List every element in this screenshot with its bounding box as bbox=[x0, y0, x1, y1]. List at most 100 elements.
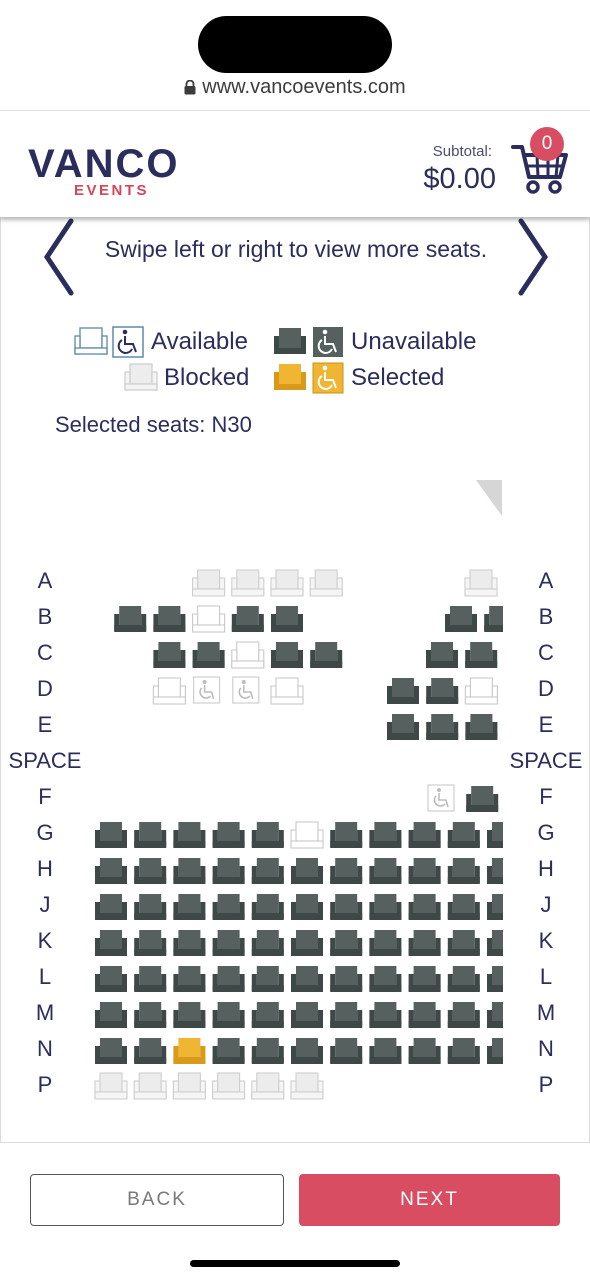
row-label-left: L bbox=[38, 964, 52, 989]
seat-H-left-9 bbox=[409, 858, 441, 884]
seat-B-left-6 bbox=[271, 606, 303, 632]
seat-M-left-3 bbox=[173, 1002, 205, 1028]
seat-A-left-6 bbox=[271, 570, 303, 596]
chevron-right-icon[interactable] bbox=[513, 217, 553, 297]
subtotal-value: $0.00 bbox=[423, 163, 496, 195]
seat-K-left-8 bbox=[369, 930, 401, 956]
seat-B-left-4[interactable] bbox=[193, 606, 225, 632]
seat-J-left-7 bbox=[330, 894, 362, 920]
row-label-right: C bbox=[538, 640, 554, 665]
legend-available-seat-icon bbox=[74, 327, 108, 355]
seat-C-left-4 bbox=[193, 642, 225, 668]
row-label-right: SPACE bbox=[509, 748, 583, 773]
back-button[interactable]: BACK bbox=[30, 1174, 284, 1226]
seat-N-left-7 bbox=[330, 1038, 362, 1064]
seat-D-right-3[interactable] bbox=[465, 678, 497, 704]
legend-selected-seat-icon bbox=[274, 364, 306, 390]
next-button[interactable]: NEXT bbox=[299, 1174, 560, 1226]
seat-M-left-10 bbox=[448, 1002, 480, 1028]
seat-A-left-4 bbox=[193, 570, 225, 596]
seat-G-left-6[interactable] bbox=[291, 822, 323, 848]
seat-P-left-1 bbox=[95, 1073, 127, 1099]
row-label-right: L bbox=[539, 964, 553, 989]
seat-K-left-9 bbox=[409, 930, 441, 956]
row-label-right: P bbox=[538, 1072, 554, 1097]
address-bar[interactable]: www.vancoevents.com bbox=[0, 76, 590, 108]
seat-K-left-5 bbox=[252, 930, 284, 956]
seat-H-left-7 bbox=[330, 858, 362, 884]
seat-K-left-3 bbox=[173, 930, 205, 956]
seat-G-left-10 bbox=[448, 822, 480, 848]
seat-N-left-9 bbox=[409, 1038, 441, 1064]
seat-P-left-3 bbox=[173, 1073, 205, 1099]
seat-D-left-6[interactable] bbox=[271, 678, 303, 704]
seat-K-left-1 bbox=[95, 930, 127, 956]
device-notch bbox=[198, 16, 392, 73]
row-label-right: D bbox=[538, 676, 554, 701]
seat-J-left-1 bbox=[95, 894, 127, 920]
seat-G-left-3 bbox=[173, 822, 205, 848]
seat-F-right-1[interactable] bbox=[428, 785, 454, 811]
legend-unavailable-label: Unavailable bbox=[351, 328, 477, 355]
seat-M-left-5 bbox=[252, 1002, 284, 1028]
seat-A-left-7 bbox=[310, 570, 342, 596]
seat-B-left-3 bbox=[153, 606, 185, 632]
seat-P-left-2 bbox=[134, 1073, 166, 1099]
logo-subtext: EVENTS bbox=[74, 182, 150, 199]
seat-A-right-1 bbox=[465, 570, 497, 596]
seat-D-left-3[interactable] bbox=[153, 678, 185, 704]
seat-N-left-3[interactable] bbox=[173, 1038, 205, 1064]
seat-L-left-7 bbox=[330, 966, 362, 992]
seat-D-left-5[interactable] bbox=[233, 677, 259, 703]
seat-M-left-4 bbox=[213, 1002, 245, 1028]
lock-icon bbox=[184, 80, 196, 95]
seat-G-left-8 bbox=[369, 822, 401, 848]
site-header: VANCO EVENTS Subtotal: $0.00 0 bbox=[0, 111, 590, 217]
seat-H-left-4 bbox=[213, 858, 245, 884]
seat-G-left-4 bbox=[213, 822, 245, 848]
seat-M-left-6 bbox=[291, 1002, 323, 1028]
seat-J-left-2 bbox=[134, 894, 166, 920]
vanco-logo[interactable]: VANCO EVENTS bbox=[28, 144, 198, 212]
row-label-left: K bbox=[37, 928, 53, 953]
seat-J-left-10 bbox=[448, 894, 480, 920]
seat-E-right-1 bbox=[387, 714, 419, 740]
seat-L-left-5 bbox=[252, 966, 284, 992]
legend-unavailable-seat-icon bbox=[274, 328, 306, 354]
seat-H-left-3 bbox=[173, 858, 205, 884]
seat-C-right-2 bbox=[465, 642, 497, 668]
seat-J-left-8 bbox=[369, 894, 401, 920]
seat-L-left-6 bbox=[291, 966, 323, 992]
seat-H-left-2 bbox=[134, 858, 166, 884]
legend-wheelchair-available-icon bbox=[112, 326, 144, 358]
seat-J-left-4 bbox=[213, 894, 245, 920]
row-label-right: J bbox=[540, 892, 552, 917]
seat-L-left-9 bbox=[409, 966, 441, 992]
row-label-left: E bbox=[37, 712, 53, 737]
url-text: www.vancoevents.com bbox=[202, 76, 406, 98]
seat-J-left-5 bbox=[252, 894, 284, 920]
legend-selected-label: Selected bbox=[351, 364, 445, 391]
row-label-left: G bbox=[36, 820, 54, 845]
row-label-left: B bbox=[37, 604, 53, 629]
seat-M-left-9 bbox=[409, 1002, 441, 1028]
seat-L-left-2 bbox=[134, 966, 166, 992]
seat-H-left-5 bbox=[252, 858, 284, 884]
seat-N-left-4 bbox=[213, 1038, 245, 1064]
seat-D-left-4[interactable] bbox=[194, 677, 220, 703]
seat-M-left-2 bbox=[134, 1002, 166, 1028]
subtotal-label: Subtotal: bbox=[432, 143, 492, 160]
row-label-right: K bbox=[538, 928, 554, 953]
seat-C-left-5[interactable] bbox=[232, 642, 264, 668]
seat-C-left-3 bbox=[153, 642, 185, 668]
seat-L-left-1 bbox=[95, 966, 127, 992]
seat-E-right-3 bbox=[465, 714, 497, 740]
row-label-left: P bbox=[37, 1072, 53, 1097]
legend-blocked-label: Blocked bbox=[164, 364, 250, 391]
seat-C-right-1 bbox=[426, 642, 458, 668]
seat-B-right-1 bbox=[445, 606, 477, 632]
row-label-left: J bbox=[39, 892, 51, 917]
swipe-hint: Swipe left or right to view more seats. bbox=[104, 236, 488, 262]
legend-wheelchair-selected-icon bbox=[312, 362, 344, 394]
seat-J-left-6 bbox=[291, 894, 323, 920]
